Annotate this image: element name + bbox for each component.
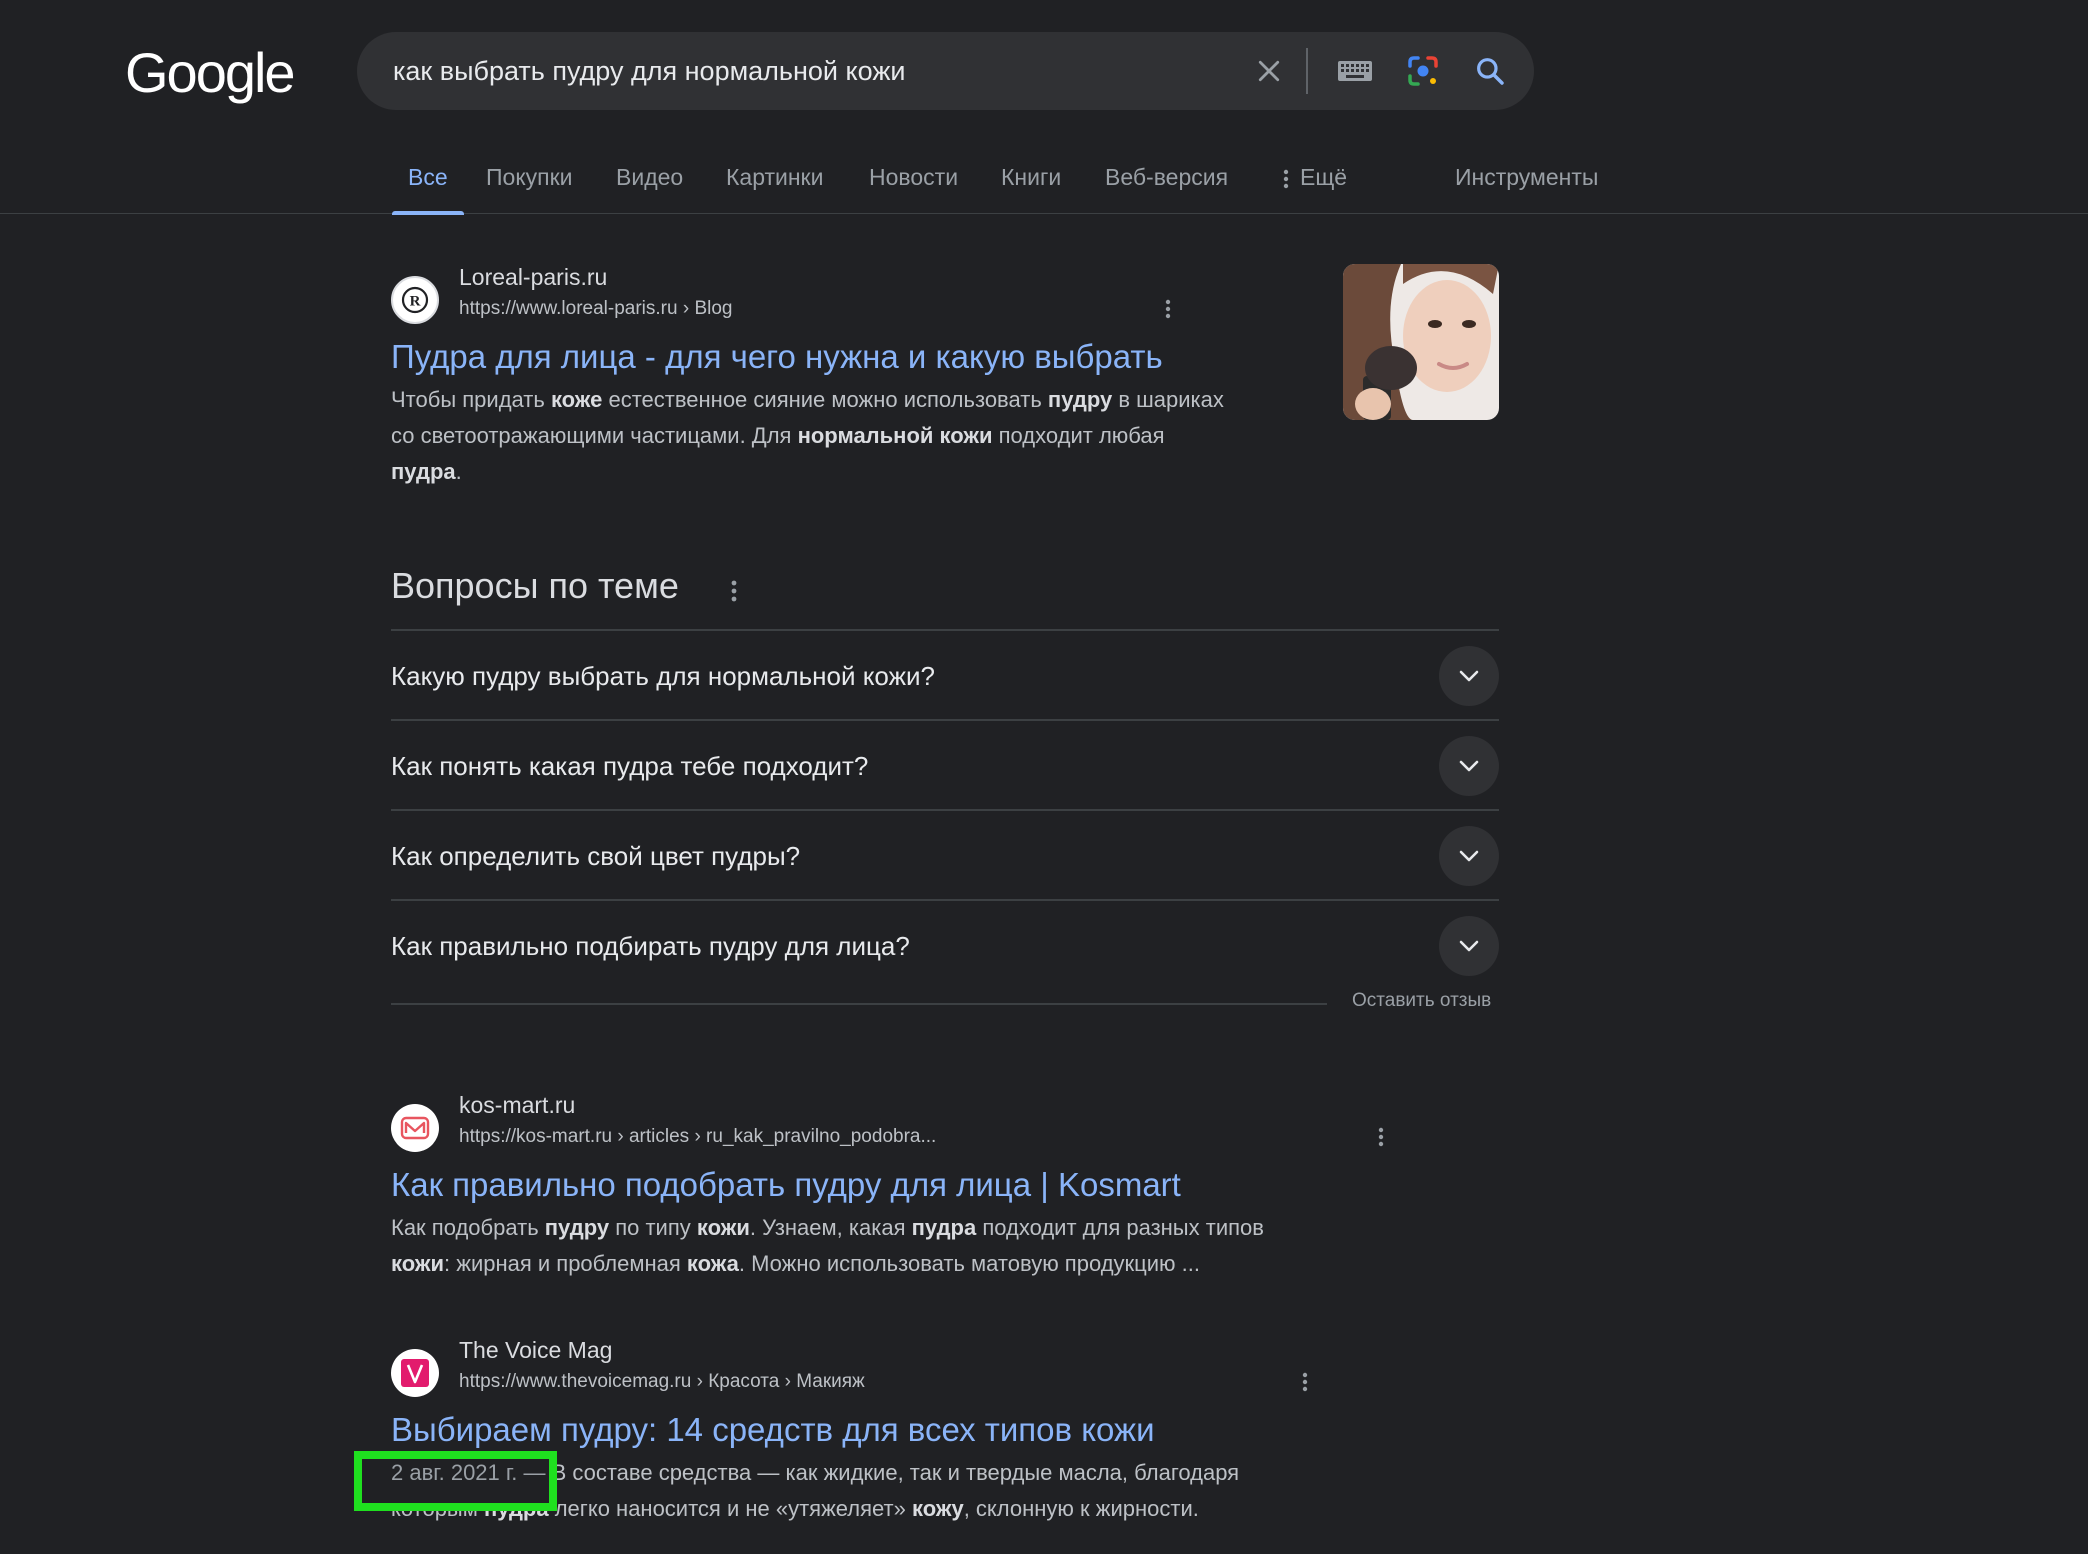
- paa-question-text: Как понять какая пудра тебе подходит?: [391, 751, 869, 781]
- snippet-text: со светоотражающими частицами. Для: [391, 423, 798, 448]
- search-result: R Loreal-paris.ru https://www.loreal-par…: [391, 264, 1341, 494]
- paa-expand-button[interactable]: [1439, 916, 1499, 976]
- feedback-link[interactable]: Оставить отзыв: [1352, 990, 1491, 1012]
- search-tabs: Все Покупки Видео Картинки Новости Книги…: [0, 140, 2088, 215]
- result-url[interactable]: https://kos-mart.ru › articles › ru_kak_…: [459, 1126, 936, 1148]
- result-snippet: Чтобы придать коже естественное сияние м…: [391, 382, 1224, 490]
- snippet-text: , склонную к жирности.: [963, 1496, 1199, 1521]
- paa-expand-button[interactable]: [1439, 646, 1499, 706]
- paa-question-text: Какую пудру выбрать для нормальной кожи?: [391, 661, 935, 691]
- loreal-favicon-icon: R: [391, 276, 439, 324]
- snippet-text: . Можно использовать матовую продукцию .…: [738, 1251, 1201, 1276]
- paa-question-text: Как правильно подбирать пудру для лица?: [391, 931, 910, 961]
- paa-question-row[interactable]: Как понять какая пудра тебе подходит?: [391, 719, 1499, 809]
- result-title-link[interactable]: Как правильно подобрать пудру для лица |…: [391, 1166, 1181, 1204]
- paa-question-row[interactable]: Как определить свой цвет пудры?: [391, 809, 1499, 899]
- snippet-text: подходит любая: [992, 423, 1165, 448]
- snippet-keyword: кожа: [686, 1251, 739, 1276]
- snippet-text: Чтобы придать: [391, 387, 551, 412]
- snippet-text: .: [455, 459, 462, 484]
- close-icon: [1258, 60, 1280, 82]
- more-vert-icon: [1165, 299, 1171, 319]
- chevron-down-icon: [1459, 940, 1479, 952]
- svg-text:R: R: [410, 294, 421, 310]
- more-vert-icon: [1302, 1372, 1308, 1392]
- google-logo[interactable]: Google: [125, 40, 296, 105]
- result-url[interactable]: https://www.thevoicemag.ru › Красота › М…: [459, 1371, 865, 1393]
- snippet-keyword: кожи: [696, 1215, 750, 1240]
- snippet-text: по типу: [609, 1215, 697, 1240]
- paa-question-row[interactable]: Как правильно подбирать пудру для лица?: [391, 899, 1499, 989]
- more-vert-icon: [1378, 1127, 1384, 1147]
- result-title-link[interactable]: Выбираем пудру: 14 средств для всех типо…: [391, 1411, 1155, 1449]
- snippet-keyword: кожу: [911, 1496, 964, 1521]
- snippet-keyword: пудру: [1047, 387, 1113, 412]
- result-url[interactable]: https://www.loreal-paris.ru › Blog: [459, 298, 733, 320]
- search-result: kos-mart.ru https://kos-mart.ru › articl…: [391, 1092, 1384, 1292]
- result-thumbnail-image[interactable]: [1343, 264, 1499, 420]
- kosmart-favicon-icon: [391, 1104, 439, 1152]
- google-lens-button[interactable]: [1390, 32, 1456, 110]
- snippet-keyword: пудра: [391, 459, 456, 484]
- more-vert-icon: [731, 580, 737, 602]
- snippet-keyword: кожи: [391, 1251, 444, 1276]
- snippet-text: . Узнаем, какая: [749, 1215, 912, 1240]
- more-vert-icon: [1283, 169, 1289, 189]
- snippet-keyword: пудру: [544, 1215, 610, 1240]
- result-site-name[interactable]: Loreal-paris.ru: [459, 264, 607, 291]
- paa-question-text: Как определить свой цвет пудры?: [391, 841, 801, 871]
- snippet-text: Как подобрать: [391, 1215, 545, 1240]
- search-icon: [1477, 58, 1504, 85]
- tab-more-label: Ещё: [1300, 164, 1348, 190]
- tab-all[interactable]: Все: [392, 140, 464, 215]
- result-snippet: Как подобрать пудру по типу кожи. Узнаем…: [391, 1210, 1264, 1282]
- snippet-text: В составе средства — как жидкие, так и т…: [551, 1460, 1240, 1485]
- tab-images[interactable]: Картинки: [726, 140, 823, 214]
- clear-search-button[interactable]: [1237, 32, 1301, 110]
- keyboard-icon: [1338, 61, 1372, 81]
- tab-tools[interactable]: Инструменты: [1455, 140, 1598, 214]
- keyboard-button[interactable]: [1319, 32, 1391, 110]
- tab-shopping[interactable]: Покупки: [486, 140, 573, 214]
- tab-news[interactable]: Новости: [869, 140, 958, 214]
- highlight-box: [354, 1451, 557, 1511]
- thevoicemag-favicon-icon: [391, 1349, 439, 1397]
- result-title-link[interactable]: Пудра для лица - для чего нужна и какую …: [391, 338, 1163, 376]
- snippet-keyword: нормальной кожи: [797, 423, 993, 448]
- chevron-down-icon: [1459, 760, 1479, 772]
- tab-more[interactable]: Ещё: [1282, 140, 1347, 214]
- paa-question-row[interactable]: Какую пудру выбрать для нормальной кожи?: [391, 629, 1499, 719]
- search-input[interactable]: [393, 32, 1253, 110]
- snippet-text: : жирная и проблемная: [444, 1251, 687, 1276]
- paa-expand-button[interactable]: [1439, 826, 1499, 886]
- snippet-text: легко наносится и не «утяжеляет»: [548, 1496, 912, 1521]
- tab-video[interactable]: Видео: [616, 140, 683, 214]
- result-site-name[interactable]: kos-mart.ru: [459, 1092, 575, 1119]
- snippet-text: подходит для разных типов: [976, 1215, 1264, 1240]
- result-options-button[interactable]: [1371, 1124, 1391, 1150]
- search-divider: [1306, 48, 1308, 94]
- paa-heading: Вопросы по теме: [391, 565, 679, 606]
- search-box[interactable]: [357, 32, 1534, 110]
- paa-expand-button[interactable]: [1439, 736, 1499, 796]
- result-site-name[interactable]: The Voice Mag: [459, 1337, 612, 1364]
- chevron-down-icon: [1459, 850, 1479, 862]
- tab-web[interactable]: Веб-версия: [1105, 140, 1228, 214]
- snippet-keyword: пудра: [911, 1215, 977, 1240]
- snippet-text: в шариках: [1112, 387, 1224, 412]
- tab-books[interactable]: Книги: [1001, 140, 1061, 214]
- paa-options-button[interactable]: [722, 576, 746, 606]
- chevron-down-icon: [1459, 670, 1479, 682]
- search-button[interactable]: [1457, 32, 1523, 110]
- divider: [391, 1003, 1327, 1005]
- result-options-button[interactable]: [1295, 1369, 1315, 1395]
- snippet-keyword: коже: [550, 387, 603, 412]
- result-options-button[interactable]: [1158, 296, 1178, 322]
- google-lens-icon: [1408, 56, 1438, 86]
- snippet-text: естественное сияние можно использовать: [602, 387, 1048, 412]
